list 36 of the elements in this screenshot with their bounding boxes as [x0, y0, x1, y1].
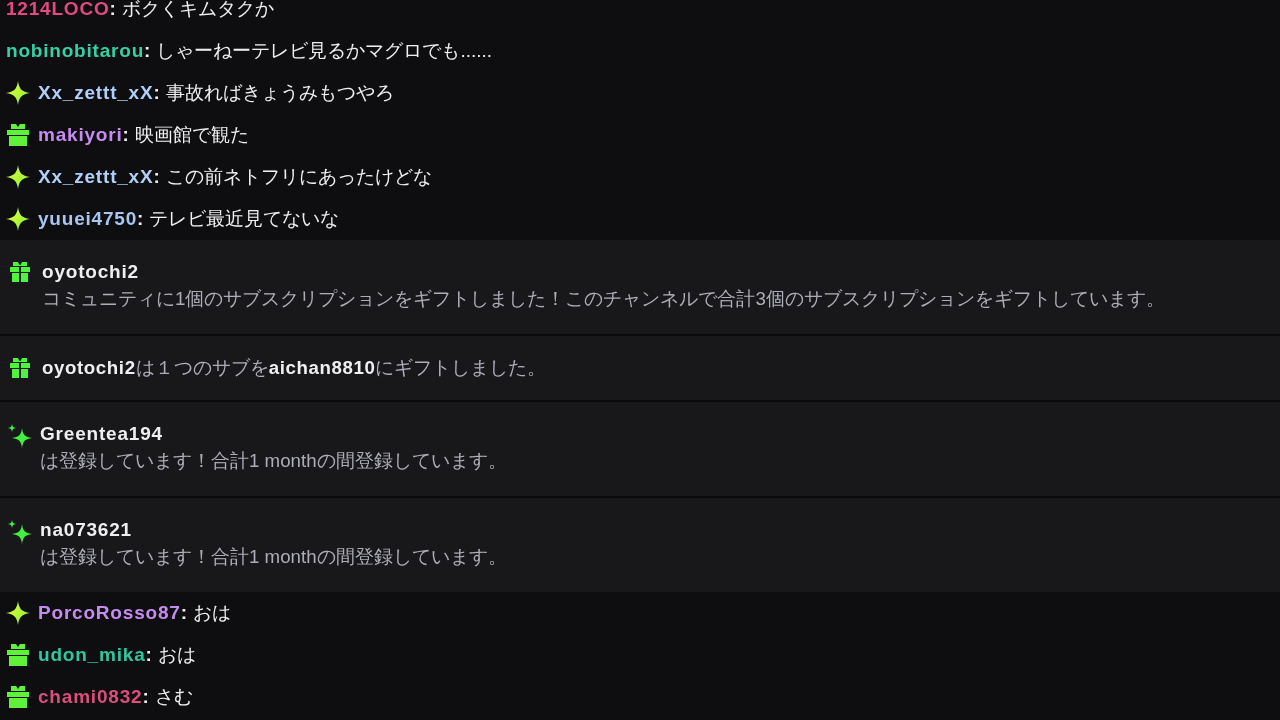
- chat-message: : この前ネトフリにあったけどな: [153, 165, 432, 189]
- chat-message: : おは: [180, 601, 231, 625]
- sparkle-icon: [8, 520, 32, 544]
- notice-message: は登録しています！合計1 monthの間登録しています。: [40, 449, 507, 473]
- gift-icon: [10, 262, 30, 282]
- chat-message: : ボクくキムタクか: [109, 0, 274, 21]
- username[interactable]: chami0832: [38, 686, 143, 708]
- gift-icon: [7, 686, 29, 708]
- username[interactable]: oyotochi2: [42, 259, 1165, 285]
- sparkle-icon: [6, 207, 30, 231]
- gift-icon: [10, 358, 30, 378]
- username[interactable]: na073621: [40, 517, 507, 543]
- notice-message: コミュニティに1個のサブスクリプションをギフトしました！このチャンネルで合計3個のサブスクリプションをギフトしています。: [42, 287, 1165, 311]
- gift-icon: [7, 124, 29, 146]
- chat-message: : テレビ最近見てないな: [137, 207, 340, 231]
- chat-message: : 事故ればきょうみもつやろ: [153, 81, 394, 105]
- notice-message: oyotochi2は１つのサブをaichan8810にギフトしました。: [42, 356, 547, 380]
- sparkle-icon: [8, 424, 32, 448]
- username[interactable]: Xx_zettt_xX: [38, 82, 154, 104]
- username[interactable]: nobinobitarou: [6, 40, 145, 62]
- chat-message: : さむ: [142, 685, 193, 709]
- sparkle-icon: [6, 601, 30, 625]
- chat-message: : 映画館で観た: [122, 123, 249, 147]
- sparkle-icon: [6, 81, 30, 105]
- username[interactable]: Greentea194: [40, 421, 507, 447]
- notice-message: は登録しています！合計1 monthの間登録しています。: [40, 545, 507, 569]
- sparkle-icon: [6, 165, 30, 189]
- username[interactable]: PorcoRosso87: [38, 602, 181, 624]
- username[interactable]: Xx_zettt_xX: [38, 166, 154, 188]
- username[interactable]: udon_mika: [38, 644, 146, 666]
- username[interactable]: makiyori: [38, 124, 123, 146]
- username[interactable]: yuuei4750: [38, 208, 138, 230]
- chat-message: : しゃーねーテレビ見るかマグロでも......: [144, 39, 493, 63]
- gift-icon: [7, 644, 29, 666]
- chat-message: : おは: [145, 643, 196, 667]
- username[interactable]: 1214LOCO: [6, 0, 110, 20]
